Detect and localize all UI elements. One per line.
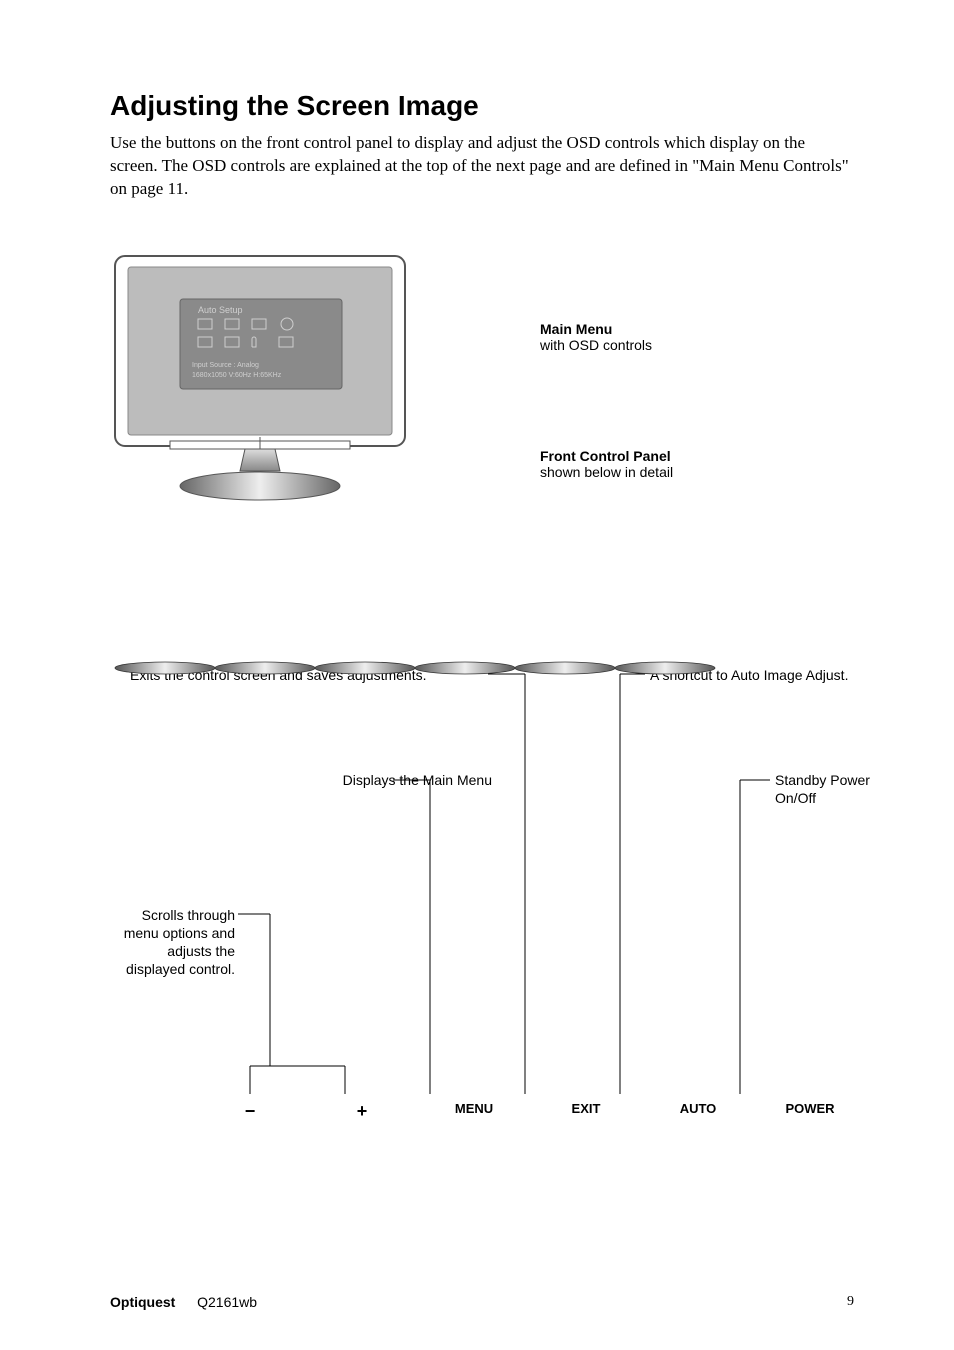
osd-title: Auto Setup — [198, 305, 243, 315]
page-number: 9 — [847, 1294, 854, 1310]
intro-text: Use the buttons on the front control pan… — [110, 132, 854, 201]
osd-line1: Input Source : Analog — [192, 362, 259, 369]
main-menu-sub: with OSD controls — [540, 337, 652, 353]
minus-button[interactable]: − — [220, 1101, 280, 1122]
power-button[interactable]: POWER — [780, 1101, 840, 1122]
footer-brand: Optiquest — [110, 1294, 175, 1310]
page-title: Adjusting the Screen Image — [110, 90, 854, 122]
monitor-illustration: Auto Setup Input Source : Analog 1680x10… — [110, 251, 430, 516]
footer-model: Q2161wb — [197, 1294, 257, 1310]
exit-button[interactable]: EXIT — [556, 1101, 616, 1122]
auto-button[interactable]: AUTO — [668, 1101, 728, 1122]
control-panel-diagram: Exits the control screen and saves adjus… — [110, 656, 850, 1146]
panel-strip — [110, 656, 760, 681]
main-menu-title: Main Menu — [540, 321, 800, 337]
menu-button[interactable]: MENU — [444, 1101, 504, 1122]
osd-line2: 1680x1050 V:60Hz H:65KHz — [192, 372, 282, 379]
plus-button[interactable]: + — [332, 1101, 392, 1122]
fcp-title: Front Control Panel — [540, 448, 800, 464]
fcp-sub: shown below in detail — [540, 464, 673, 480]
